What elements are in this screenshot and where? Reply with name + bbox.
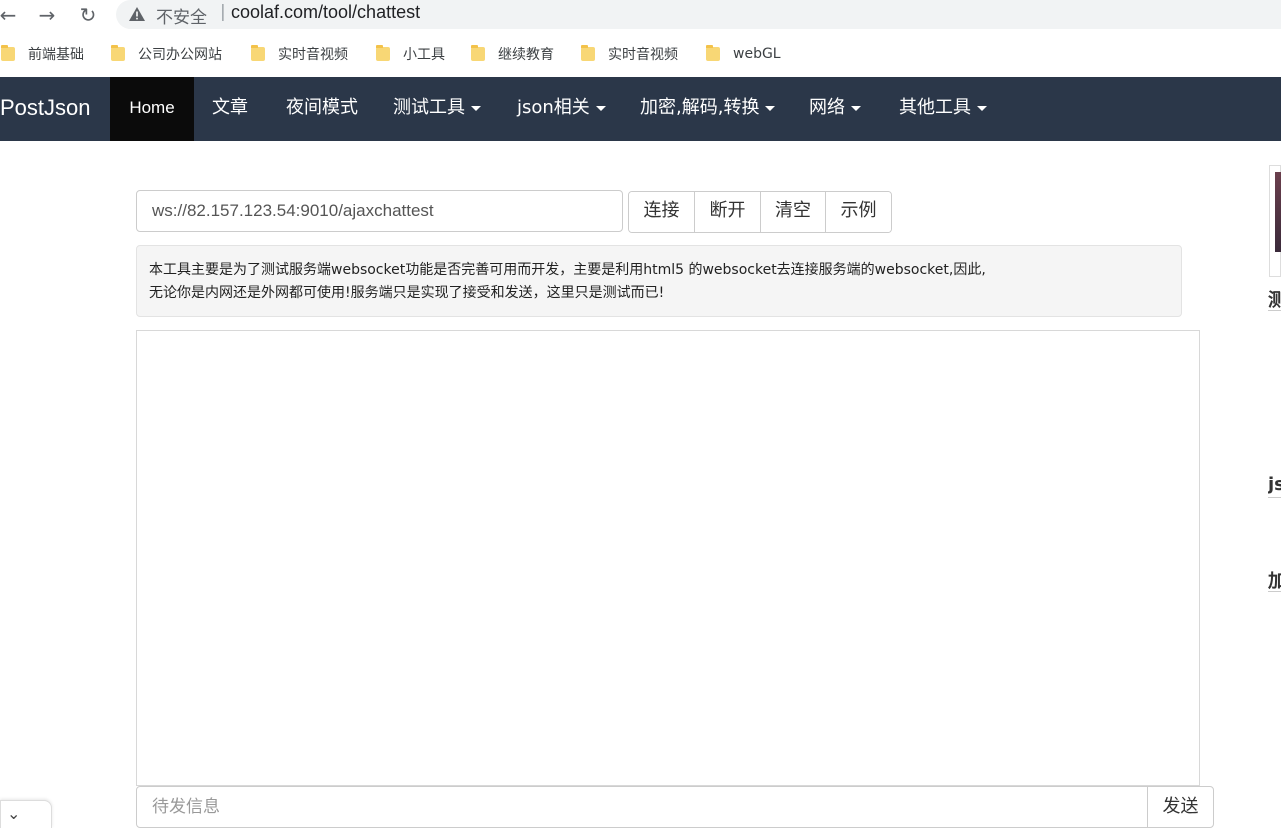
nav-network[interactable]: 网络 [809,77,861,141]
nav-test-tools[interactable]: 测试工具 [393,77,481,141]
warning-icon [129,7,145,21]
example-button[interactable]: 示例 [826,192,891,232]
description-line: 无论你是内网还是外网都可使用!服务端只是实现了接受和发送，这里只是测试而已! [149,285,665,301]
nav-label: 加密,解码,转换 [640,97,760,118]
folder-icon [471,45,485,61]
bookmarks-bar: 前端基础 公司办公网站 实时音视频 小工具 继续教育 实时音视频 webGL [0,32,1281,76]
folder-icon [706,45,720,61]
sidebar-thumbnail[interactable] [1269,165,1281,277]
collapse-panel-toggle[interactable]: ⌄ [0,800,52,828]
nav-home[interactable]: Home [110,77,194,141]
websocket-url-input[interactable] [136,190,623,232]
nav-articles[interactable]: 文章 [212,77,248,141]
nav-json[interactable]: json相关 [517,77,606,141]
divider [1268,497,1281,498]
nav-label: 测试工具 [393,97,465,118]
bookmark-folder[interactable]: 继续教育 [471,45,554,63]
sidebar-heading: 加 [1268,571,1281,592]
folder-icon [1,45,15,61]
folder-icon [251,45,265,61]
caret-down-icon [471,105,481,111]
folder-icon [376,45,390,61]
message-log[interactable] [136,330,1200,786]
bookmark-folder[interactable]: 公司办公网站 [111,45,222,63]
caret-down-icon [851,105,861,111]
caret-down-icon [977,105,987,111]
caret-down-icon [765,105,776,111]
bookmark-label: 前端基础 [28,47,84,63]
bookmark-folder[interactable]: 实时音视频 [581,45,678,63]
bookmark-label: 实时音视频 [608,47,678,63]
connect-button[interactable]: 连接 [629,192,695,232]
url-separator: | [220,2,226,22]
chevron-down-icon: ⌄ [7,804,21,823]
divider [1268,310,1281,311]
brand-logo[interactable]: PostJson [0,77,91,141]
tool-description: 本工具主要是为了测试服务端websocket功能是否完善可用而开发，主要是利用h… [136,245,1182,317]
nav-other-tools[interactable]: 其他工具 [899,77,987,141]
bookmark-label: 小工具 [403,47,445,63]
nav-label: 文章 [212,97,248,118]
back-arrow-icon[interactable]: ← [0,3,20,27]
folder-icon [581,45,595,61]
bookmark-folder[interactable]: webGL [706,45,781,63]
security-label[interactable]: 不安全 [156,3,207,28]
bookmark-folder[interactable]: 前端基础 [1,45,84,63]
browser-toolbar: ← → ↻ 不安全 | coolaf.com/tool/chattest [0,0,1281,32]
sidebar-heading: js [1268,474,1281,495]
folder-icon [111,45,125,61]
nav-label: json相关 [517,97,590,118]
message-input[interactable] [136,786,1148,828]
description-line: 本工具主要是为了测试服务端websocket功能是否完善可用而开发，主要是利用h… [149,262,986,278]
forward-arrow-icon[interactable]: → [35,3,59,27]
address-bar[interactable]: 不安全 | coolaf.com/tool/chattest [116,0,1281,29]
url-text[interactable]: coolaf.com/tool/chattest [231,2,420,23]
caret-down-icon [595,105,606,111]
divider [1268,591,1281,592]
bookmark-label: 实时音视频 [278,47,348,63]
site-navbar: PostJson Home 文章 夜间模式 测试工具 json相关 加密,解码,… [0,77,1281,141]
bookmark-label: 继续教育 [498,47,554,63]
nav-label: Home [129,98,175,117]
nav-label: 夜间模式 [286,97,358,118]
bookmark-label: webGL [733,46,781,62]
nav-encode[interactable]: 加密,解码,转换 [640,77,776,141]
nav-label: 其他工具 [899,97,971,118]
action-button-group: 连接 断开 清空 示例 [628,191,892,233]
nav-night-mode[interactable]: 夜间模式 [286,77,358,141]
nav-label: 网络 [809,97,845,118]
clear-button[interactable]: 清空 [761,192,826,232]
disconnect-button[interactable]: 断开 [695,192,761,232]
reload-icon[interactable]: ↻ [76,3,100,27]
bookmark-folder[interactable]: 小工具 [376,45,445,63]
send-button[interactable]: 发送 [1147,786,1214,828]
bookmark-folder[interactable]: 实时音视频 [251,45,348,63]
sidebar-heading: 测 [1268,290,1281,311]
bookmark-label: 公司办公网站 [138,47,222,63]
